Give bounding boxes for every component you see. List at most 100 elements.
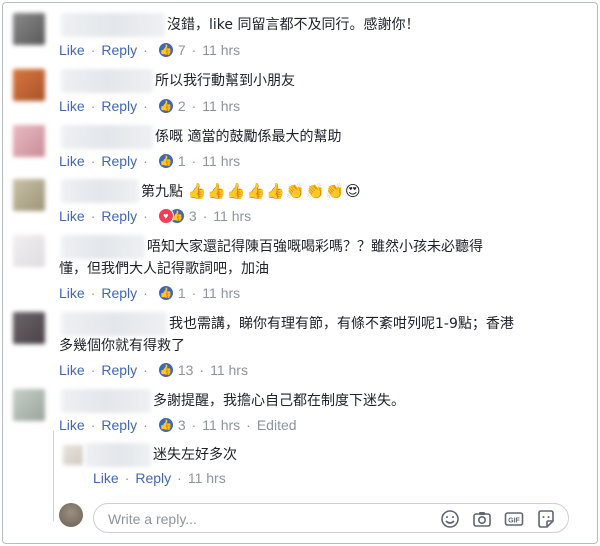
heart-icon: ♥ bbox=[157, 208, 174, 224]
reaction-summary[interactable]: 👍 1 bbox=[157, 285, 186, 301]
redacted-name bbox=[61, 389, 151, 413]
avatar[interactable] bbox=[13, 235, 45, 267]
smiley-icon[interactable] bbox=[440, 509, 460, 529]
comment-text: 多謝提醒，我擔心自己都在制度下迷失。 bbox=[153, 393, 405, 409]
separator-dot: · bbox=[191, 417, 197, 433]
redacted-name bbox=[61, 69, 153, 93]
like-button[interactable]: Like bbox=[59, 153, 85, 169]
separator-dot: · bbox=[246, 417, 251, 433]
reaction-summary[interactable]: 👍 13 bbox=[157, 362, 194, 378]
comment-text: 第九點 👍👍👍👍👍👏👏👏😍 bbox=[141, 180, 362, 203]
comment-actions: Like · Reply · 👍 1 · 11 hrs bbox=[59, 285, 240, 301]
thumbs-up-emoji: 👍 bbox=[207, 182, 226, 200]
avatar[interactable] bbox=[13, 69, 45, 101]
separator-dot: · bbox=[199, 362, 205, 378]
separator-dot: · bbox=[90, 208, 96, 224]
reaction-count: 2 bbox=[177, 98, 186, 114]
timestamp[interactable]: 11 hrs bbox=[202, 417, 240, 433]
avatar[interactable] bbox=[13, 312, 45, 344]
reply-button[interactable]: Reply bbox=[101, 362, 137, 378]
reaction-count: 13 bbox=[177, 362, 194, 378]
like-button[interactable]: Like bbox=[59, 208, 85, 224]
separator-dot: · bbox=[90, 42, 96, 58]
reaction-summary[interactable]: 👍 1 bbox=[157, 153, 186, 169]
redacted-name bbox=[61, 312, 167, 336]
comment-actions: Like · Reply · 👍 7 · 11 hrs bbox=[59, 42, 240, 58]
like-button[interactable]: Like bbox=[93, 470, 119, 486]
comment-actions: Like · Reply · 👍 2 · 11 hrs bbox=[59, 98, 240, 114]
timestamp[interactable]: 11 hrs bbox=[202, 153, 240, 169]
thumbs-up-icon: 👍 bbox=[157, 153, 174, 169]
comment-text-line2: 懂，但我們大人記得歌詞吧，加油 bbox=[59, 261, 269, 277]
like-button[interactable]: Like bbox=[59, 98, 85, 114]
separator-dot: · bbox=[191, 153, 197, 169]
reaction-summary[interactable]: ♥ 👍 3 bbox=[157, 208, 197, 224]
reply-button[interactable]: Reply bbox=[101, 98, 137, 114]
comment-actions: Like · Reply · 👍 13 · 11 hrs bbox=[59, 362, 248, 378]
comment-text: 所以我行動幫到小朋友 bbox=[155, 73, 295, 89]
redacted-name bbox=[61, 13, 165, 37]
redacted-name bbox=[61, 179, 139, 203]
current-user-avatar bbox=[59, 503, 83, 527]
clapping-emoji: 👏 bbox=[285, 182, 305, 200]
comment-text: 係嘅 適當的鼓勵係最大的幫助 bbox=[155, 129, 342, 145]
reply-button[interactable]: Reply bbox=[101, 153, 137, 169]
thumbs-up-icon: 👍 bbox=[157, 285, 174, 301]
separator-dot: · bbox=[191, 42, 197, 58]
separator-dot: · bbox=[143, 98, 148, 114]
camera-icon[interactable] bbox=[472, 509, 492, 529]
reply-button[interactable]: Reply bbox=[101, 208, 137, 224]
comment-text-line2: 多幾個你就有得救了 bbox=[59, 338, 185, 354]
edited-label[interactable]: Edited bbox=[257, 417, 297, 433]
reply-input[interactable]: Write a reply... bbox=[108, 511, 197, 527]
separator-dot: · bbox=[90, 417, 96, 433]
comment-actions: Like · Reply · 👍 3 · 11 hrs · Edited bbox=[59, 417, 297, 433]
separator-dot: · bbox=[124, 470, 130, 486]
separator-dot: · bbox=[90, 98, 96, 114]
gif-icon[interactable]: GIF bbox=[504, 509, 524, 529]
reaction-summary[interactable]: 👍 7 bbox=[157, 42, 186, 58]
reply-composer[interactable]: Write a reply... GIF bbox=[93, 503, 569, 533]
avatar[interactable] bbox=[13, 125, 45, 157]
separator-dot: · bbox=[143, 153, 148, 169]
avatar[interactable] bbox=[13, 179, 45, 211]
separator-dot: · bbox=[143, 42, 148, 58]
sticker-icon[interactable] bbox=[536, 509, 556, 529]
timestamp[interactable]: 11 hrs bbox=[188, 470, 226, 486]
like-button[interactable]: Like bbox=[59, 362, 85, 378]
comment-text-line1: 唔知大家還記得陳百強嘅喝彩嗎？？雖然小孩未必聽得 bbox=[147, 239, 483, 255]
reaction-summary[interactable]: 👍 3 bbox=[157, 417, 186, 433]
thumbs-up-emoji: 👍 bbox=[246, 182, 266, 200]
timestamp[interactable]: 11 hrs bbox=[202, 98, 240, 114]
like-button[interactable]: Like bbox=[59, 285, 85, 301]
reply-button[interactable]: Reply bbox=[101, 42, 137, 58]
composer-tools: GIF bbox=[440, 509, 556, 529]
comment-body: 第九點 bbox=[141, 184, 183, 200]
separator-dot: · bbox=[143, 362, 148, 378]
avatar[interactable] bbox=[63, 445, 83, 465]
timestamp[interactable]: 11 hrs bbox=[202, 42, 240, 58]
timestamp[interactable]: 11 hrs bbox=[210, 362, 248, 378]
separator-dot: · bbox=[143, 285, 148, 301]
thumbs-up-emoji: 👍 bbox=[226, 182, 246, 200]
like-button[interactable]: Like bbox=[59, 42, 85, 58]
thumbs-up-emoji: 👍 bbox=[187, 182, 207, 200]
reply-button[interactable]: Reply bbox=[135, 470, 171, 486]
timestamp[interactable]: 11 hrs bbox=[213, 208, 251, 224]
reply-actions: Like · Reply · 11 hrs bbox=[93, 470, 226, 486]
separator-dot: · bbox=[90, 285, 96, 301]
redacted-name bbox=[85, 443, 151, 467]
reaction-count: 7 bbox=[177, 42, 186, 58]
avatar[interactable] bbox=[13, 389, 45, 421]
reply-button[interactable]: Reply bbox=[101, 285, 137, 301]
heart-eyes-emoji: 😍 bbox=[344, 182, 361, 200]
reaction-summary[interactable]: 👍 2 bbox=[157, 98, 186, 114]
like-button[interactable]: Like bbox=[59, 417, 85, 433]
redacted-name bbox=[61, 125, 153, 149]
timestamp[interactable]: 11 hrs bbox=[202, 285, 240, 301]
avatar[interactable] bbox=[13, 13, 45, 45]
separator-dot: · bbox=[143, 208, 148, 224]
reply-button[interactable]: Reply bbox=[101, 417, 137, 433]
separator-dot: · bbox=[191, 98, 197, 114]
thumbs-up-icon: 👍 bbox=[157, 98, 174, 114]
